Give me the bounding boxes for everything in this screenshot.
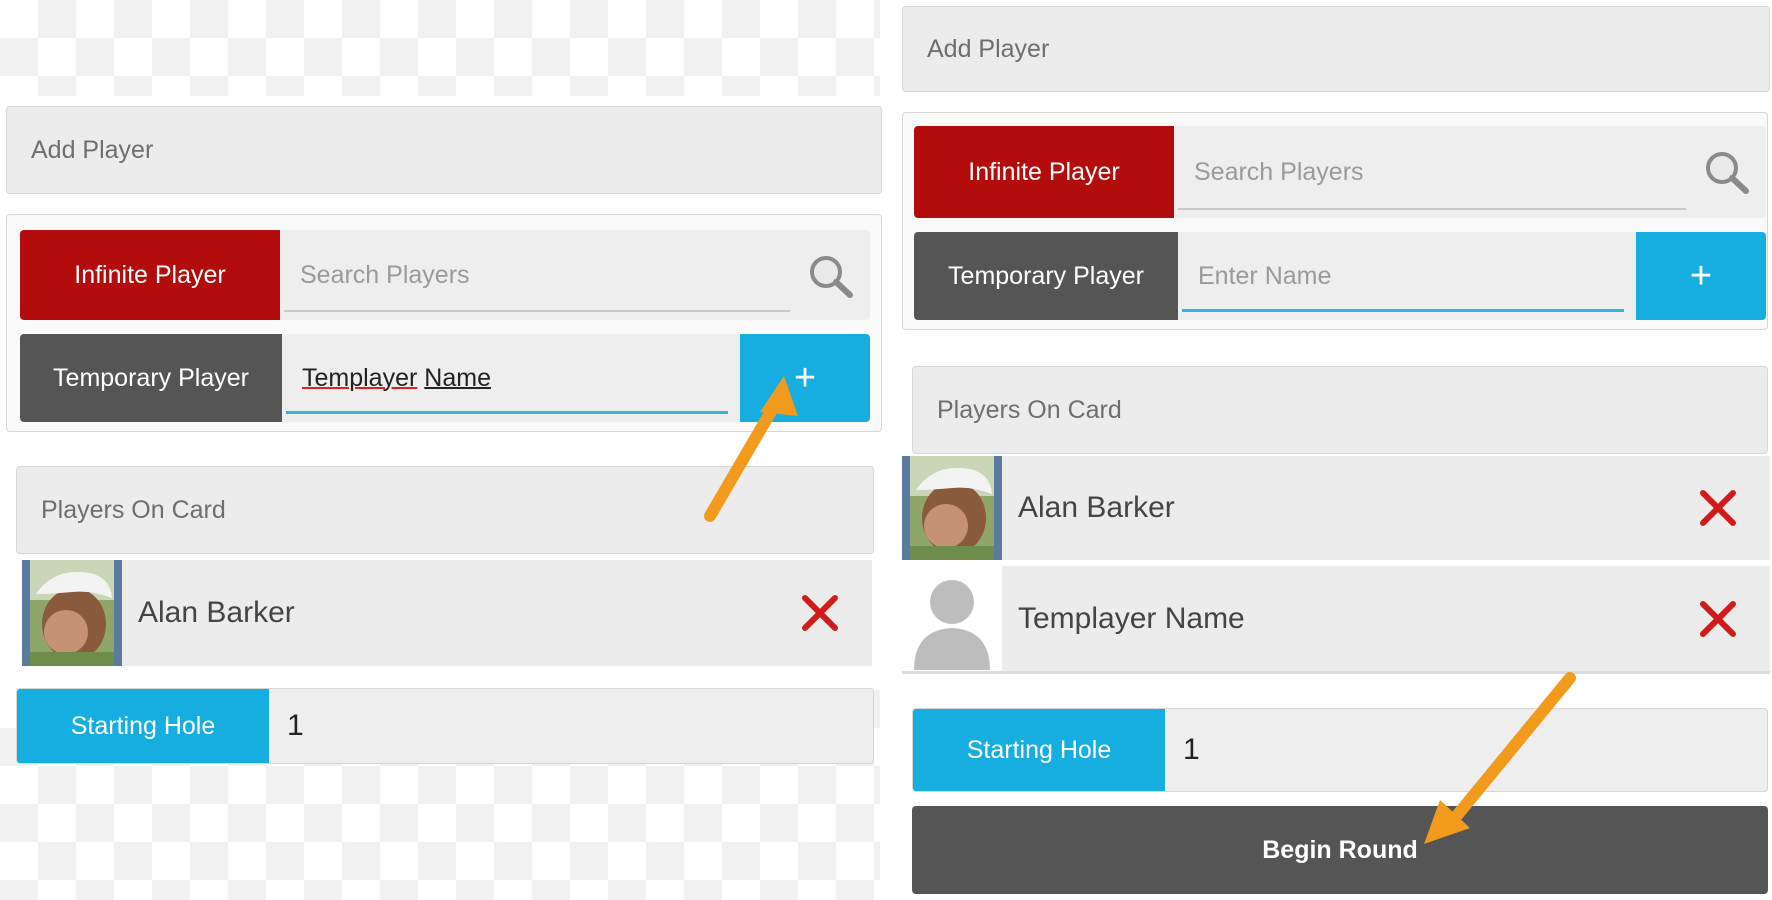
add-player-label: Add Player bbox=[927, 34, 1050, 63]
starting-hole-input[interactable]: 1 bbox=[1165, 709, 1200, 791]
plus-icon: + bbox=[793, 356, 817, 399]
players-on-card-header: Players On Card bbox=[912, 366, 1768, 454]
starting-hole-row: Starting Hole 1 bbox=[912, 708, 1768, 792]
search-placeholder: Search Players bbox=[300, 260, 470, 289]
search-icon[interactable] bbox=[806, 252, 856, 300]
remove-x-icon bbox=[1700, 600, 1736, 637]
add-temporary-player-button[interactable]: + bbox=[1636, 232, 1766, 320]
remove-player-button[interactable] bbox=[790, 593, 850, 633]
temporary-player-row: Temporary Player Enter Name + bbox=[914, 232, 1766, 320]
infinite-player-row: Infinite Player Search Players bbox=[20, 230, 870, 320]
player-row-alan-barker: Alan Barker bbox=[22, 560, 872, 666]
starting-hole-row: Starting Hole 1 bbox=[16, 688, 874, 764]
add-player-header[interactable]: Add Player bbox=[902, 6, 1770, 92]
starting-hole-label: Starting Hole bbox=[17, 689, 269, 763]
search-placeholder: Search Players bbox=[1194, 157, 1364, 186]
temporary-player-value: Templayer Name bbox=[302, 363, 491, 392]
player-row-templayer-name: Templayer Name bbox=[902, 566, 1770, 674]
add-temporary-player-button[interactable]: + bbox=[740, 334, 870, 422]
infinite-player-button[interactable]: Infinite Player bbox=[20, 230, 280, 320]
infinite-player-row: Infinite Player Search Players bbox=[914, 126, 1766, 218]
temporary-player-row: Temporary Player Templayer Name + bbox=[20, 334, 870, 422]
remove-player-button[interactable] bbox=[1688, 599, 1748, 639]
transparent-background-top bbox=[0, 0, 880, 96]
player-name: Alan Barker bbox=[138, 596, 295, 629]
temporary-player-name-input[interactable]: Templayer Name bbox=[282, 334, 740, 422]
player-name: Templayer Name bbox=[1018, 601, 1245, 635]
search-icon[interactable] bbox=[1702, 148, 1752, 196]
players-on-card-header: Players On Card bbox=[16, 466, 874, 554]
temporary-player-button[interactable]: Temporary Player bbox=[20, 334, 282, 422]
player-name: Alan Barker bbox=[1018, 491, 1175, 524]
enter-name-placeholder: Enter Name bbox=[1198, 261, 1332, 290]
search-players-input[interactable]: Search Players bbox=[1174, 126, 1766, 218]
temporary-player-button[interactable]: Temporary Player bbox=[914, 232, 1178, 320]
remove-x-icon bbox=[1700, 490, 1736, 526]
player-row-alan-barker: Alan Barker bbox=[902, 456, 1770, 560]
plus-icon: + bbox=[1689, 254, 1713, 297]
starting-hole-input[interactable]: 1 bbox=[269, 689, 304, 763]
remove-player-button[interactable] bbox=[1688, 488, 1748, 528]
default-avatar-icon bbox=[902, 566, 1002, 671]
search-players-input[interactable]: Search Players bbox=[280, 230, 870, 320]
starting-hole-label: Starting Hole bbox=[913, 709, 1165, 791]
avatar-photo bbox=[22, 560, 122, 666]
add-player-header[interactable]: Add Player bbox=[6, 106, 882, 194]
avatar-photo bbox=[902, 456, 1002, 560]
temporary-player-name-input[interactable]: Enter Name bbox=[1178, 232, 1636, 320]
infinite-player-button[interactable]: Infinite Player bbox=[914, 126, 1174, 218]
remove-x-icon bbox=[802, 595, 838, 631]
add-player-label: Add Player bbox=[31, 135, 154, 164]
begin-round-button[interactable]: Begin Round bbox=[912, 806, 1768, 894]
